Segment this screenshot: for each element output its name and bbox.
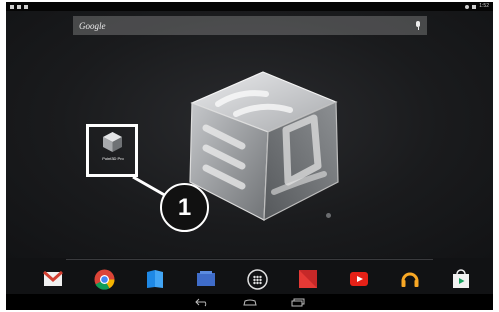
- app-label[interactable]: Point3D Pro: [90, 156, 136, 161]
- wifi-icon: [465, 4, 470, 9]
- notification-icon: [10, 4, 14, 9]
- home-icon[interactable]: [241, 297, 259, 307]
- play-store-icon[interactable]: [450, 268, 472, 290]
- image-notification-icon: [17, 4, 21, 9]
- search-label: Google: [79, 20, 106, 31]
- chrome-icon[interactable]: [93, 268, 115, 290]
- google-search-bar[interactable]: Google: [73, 16, 427, 35]
- recents-icon[interactable]: [289, 297, 307, 307]
- back-icon[interactable]: [193, 297, 211, 307]
- play-books-icon[interactable]: [144, 268, 166, 290]
- point3d-pro-app-icon[interactable]: [101, 131, 124, 153]
- favorites-dock: [42, 264, 472, 294]
- page-indicator-dot: [326, 213, 331, 218]
- youtube-icon[interactable]: [348, 268, 370, 290]
- battery-icon: [472, 4, 477, 9]
- play-magazines-icon[interactable]: [195, 268, 217, 290]
- microphone-icon[interactable]: [415, 21, 421, 30]
- gmail-icon[interactable]: [42, 268, 64, 290]
- callout-number-badge: 1: [160, 183, 209, 232]
- navigation-bar: [6, 294, 493, 310]
- app-drawer-icon[interactable]: [246, 268, 268, 290]
- play-music-icon[interactable]: [399, 268, 421, 290]
- download-notification-icon: [24, 4, 28, 9]
- status-clock: 1:52: [479, 3, 489, 9]
- play-movies-icon[interactable]: [297, 268, 319, 290]
- status-bar: 1:52: [6, 2, 493, 11]
- dock-divider: [66, 259, 433, 260]
- tablet-screen: 1:52 Google Point3D Pro: [6, 2, 493, 310]
